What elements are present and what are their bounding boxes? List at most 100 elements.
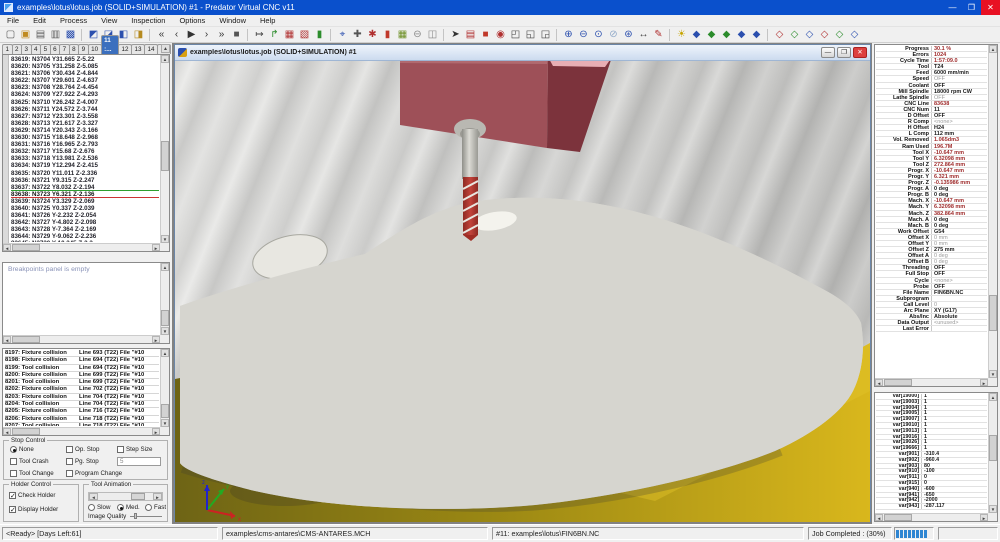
step-size-checkbox[interactable]: Step Size — [117, 446, 152, 453]
save-icon[interactable]: ▩ — [63, 28, 78, 42]
open-job-icon[interactable]: ▣ — [18, 28, 33, 42]
viewport-single-icon[interactable]: ◰ — [508, 28, 523, 42]
gcode-line[interactable]: 83628: N3713 Y21.617 Z-3.327 — [11, 120, 159, 127]
collision-row[interactable]: 8200: Fixture collision Line 699 (T22) F… — [5, 372, 159, 379]
child-restore-button[interactable]: ❐ — [837, 47, 851, 58]
scroll-left-icon[interactable]: ◄ — [875, 379, 883, 386]
scroll-thumb[interactable] — [12, 428, 40, 435]
tool-display-icon[interactable]: ▮ — [380, 28, 395, 42]
goto-line-icon[interactable]: ↦ — [252, 28, 267, 42]
markup-icon[interactable]: ✎ — [651, 28, 666, 42]
vars-horizontal-scrollbar[interactable]: ◄ ► — [875, 513, 988, 521]
gcode-line[interactable]: 83634: N3719 Y12.294 Z-2.415 — [11, 162, 159, 169]
scroll-thumb[interactable] — [12, 244, 40, 251]
view-top-icon[interactable]: ◆ — [689, 28, 704, 42]
collision-row[interactable]: 8207: Tool collision Line 718 (T22) File… — [5, 423, 159, 426]
collision-row[interactable]: 8198: Fixture collision Line 694 (T22) F… — [5, 357, 159, 364]
op-stop-checkbox[interactable]: Op. Stop — [66, 446, 99, 453]
scroll-thumb[interactable] — [161, 310, 169, 326]
scroll-thumb[interactable] — [12, 336, 40, 343]
variables-panel[interactable]: var[19000] 1 var[19003] 1 var[19004] 1 — [874, 392, 998, 522]
collision-check-icon[interactable]: ◉ — [493, 28, 508, 42]
zoom-extents-icon[interactable]: ⊘ — [606, 28, 621, 42]
scroll-thumb[interactable] — [989, 295, 997, 331]
fixture-display-icon[interactable]: ▦ — [395, 28, 410, 42]
gcode-vertical-scrollbar[interactable]: ▲ ▼ — [160, 55, 169, 243]
scroll-right-icon[interactable]: ► — [980, 514, 988, 521]
gcode-line[interactable]: 83625: N3710 Y26.242 Z-4.007 — [11, 99, 159, 106]
iso-view-4-icon[interactable]: ◇ — [817, 28, 832, 42]
scroll-down-icon[interactable]: ▼ — [161, 235, 169, 243]
resize-grip[interactable] — [988, 513, 997, 521]
program-tab[interactable]: 11 :... — [101, 35, 119, 54]
tab-scroll-up-button[interactable]: ▲ — [161, 44, 170, 53]
fast-forward-icon[interactable]: » — [214, 28, 229, 42]
gcode-line[interactable]: 83638: N3723 Y6.321 Z-2.136 — [11, 191, 159, 198]
iso-view-6-icon[interactable]: ◇ — [847, 28, 862, 42]
check-holder-checkbox[interactable]: Check Holder — [9, 492, 56, 499]
menu-item[interactable]: Options — [172, 16, 212, 25]
collision-list[interactable]: 8197: Fixture collision Line 693 (T22) F… — [2, 348, 170, 436]
stop-none-radio[interactable]: None — [10, 446, 34, 453]
menu-item[interactable]: File — [0, 16, 26, 25]
scroll-down-icon[interactable]: ▼ — [161, 327, 169, 335]
animation-speed-slider[interactable]: ◄ ► — [88, 492, 163, 501]
view-front-icon[interactable]: ◆ — [704, 28, 719, 42]
speed-med-radio[interactable]: Med. — [117, 504, 140, 511]
gcode-line[interactable]: 83629: N3714 Y20.343 Z-3.166 — [11, 127, 159, 134]
menu-item[interactable]: Edit — [26, 16, 53, 25]
stock-setup-icon[interactable]: ▮ — [312, 28, 327, 42]
scroll-up-icon[interactable]: ▲ — [161, 263, 169, 271]
speed-fast-radio[interactable]: Fast — [145, 504, 166, 511]
gcode-line[interactable]: 83620: N3705 Y31.258 Z-5.085 — [11, 63, 159, 70]
reverse-to-start-icon[interactable]: ◩ — [86, 28, 101, 42]
maximize-button[interactable]: ❐ — [962, 0, 981, 15]
print-icon[interactable]: ▥ — [48, 28, 63, 42]
gcode-line[interactable]: 83640: N3725 Y0.337 Z-2.039 — [11, 205, 159, 212]
close-button[interactable]: ✕ — [981, 0, 1000, 15]
breakpoints-vertical-scrollbar[interactable]: ▲ ▼ — [160, 263, 169, 335]
inspect-collision-icon[interactable]: ✱ — [365, 28, 380, 42]
program-tab[interactable]: 14 — [144, 44, 158, 54]
scroll-right-icon[interactable]: ► — [980, 379, 988, 386]
gcode-line[interactable]: 83621: N3706 Y30.434 Z-4.844 — [11, 70, 159, 77]
menu-item[interactable]: Window — [212, 16, 253, 25]
report-icon[interactable]: ▤ — [463, 28, 478, 42]
step-forward-icon[interactable]: › — [199, 28, 214, 42]
job-properties-icon[interactable]: ▤ — [33, 28, 48, 42]
viewport-split-icon[interactable]: ◱ — [523, 28, 538, 42]
gcode-line[interactable]: 83643: N3728 Y-7.364 Z-2.169 — [11, 226, 159, 233]
gcode-line[interactable]: 83623: N3708 Y28.764 Z-4.454 — [11, 84, 159, 91]
simulation-window-titlebar[interactable]: examples\lotus\lotus.job (SOLID+SIMULATI… — [175, 45, 870, 61]
gcode-line[interactable]: 83642: N3727 Y-4.802 Z-2.098 — [11, 219, 159, 226]
zoom-previous-icon[interactable]: ⊛ — [621, 28, 636, 42]
compare-icon[interactable]: ◫ — [425, 28, 440, 42]
scroll-right-icon[interactable]: ► — [152, 244, 160, 251]
scroll-down-icon[interactable]: ▼ — [161, 419, 169, 427]
gcode-line[interactable]: 83645: N3730 Y-10.345 Z-2.3 — [11, 240, 159, 242]
inspect-measure-icon[interactable]: ✚ — [350, 28, 365, 42]
view-back-icon[interactable]: ◆ — [749, 28, 764, 42]
resize-grip[interactable] — [160, 243, 169, 251]
slider-thumb[interactable] — [131, 493, 145, 500]
collision-row[interactable]: 8201: Tool collision Line 699 (T22) File… — [5, 379, 159, 386]
menu-item[interactable]: Process — [53, 16, 94, 25]
tool-change-checkbox[interactable]: Tool Change — [10, 470, 54, 477]
gcode-line[interactable]: 83637: N3722 Y8.032 Z-2.194 — [11, 184, 159, 191]
view-left-icon[interactable]: ◆ — [734, 28, 749, 42]
gcode-line[interactable]: 83641: N3726 Y-2.232 Z-2.054 — [11, 212, 159, 219]
scroll-left-icon[interactable]: ◄ — [875, 514, 883, 521]
menu-item[interactable]: Help — [253, 16, 282, 25]
collision-row[interactable]: 8204: Tool collision Line 704 (T22) File… — [5, 401, 159, 408]
scroll-up-icon[interactable]: ▲ — [161, 349, 169, 357]
machine-status-panel[interactable]: Progress 30.1 % Errors 1024 Cycle Time 1… — [874, 44, 998, 387]
light-icon[interactable]: ☀ — [674, 28, 689, 42]
gcode-line[interactable]: 83632: N3717 Y15.68 Z-2.676 — [11, 148, 159, 155]
status-vertical-scrollbar[interactable]: ▲ ▼ — [988, 45, 997, 378]
gcode-list[interactable]: 83619: N3704 Y31.665 Z-5.2283620: N3705 … — [2, 54, 170, 252]
zoom-in-icon[interactable]: ⊕ — [561, 28, 576, 42]
gcode-line[interactable]: 83636: N3721 Y9.315 Z-2.247 — [11, 177, 159, 184]
zoom-out-icon[interactable]: ⊖ — [576, 28, 591, 42]
collision-row[interactable]: 8205: Fixture collision Line 716 (T22) F… — [5, 408, 159, 415]
scroll-thumb[interactable] — [989, 435, 997, 461]
